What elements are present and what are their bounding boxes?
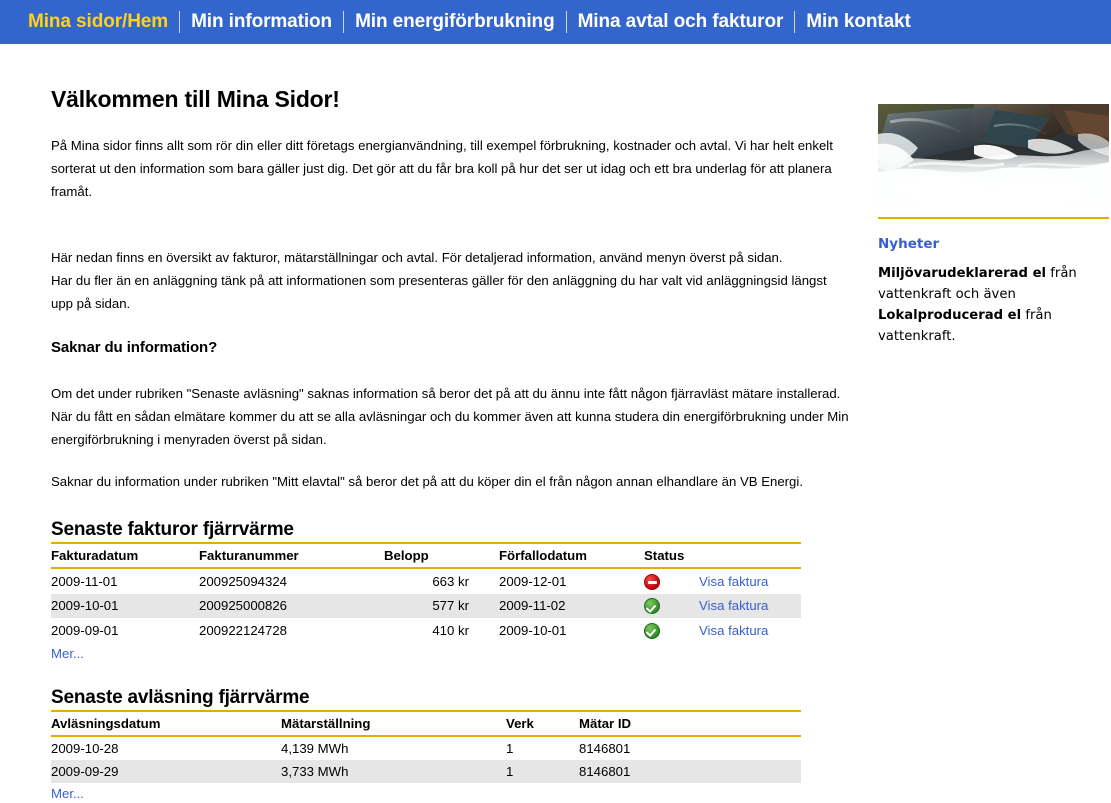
table-row: 2009-09-29 3,733 MWh 1 8146801 <box>51 759 801 783</box>
overview-line-2: Har du fler än en anläggning tänk på att… <box>51 273 827 311</box>
cell-status <box>644 568 699 594</box>
news-heading: Nyheter <box>878 236 940 252</box>
cell-matar-id: 8146801 <box>579 740 631 756</box>
col-status: Status <box>644 544 699 569</box>
nav-item-mina-sidor-hem[interactable]: Mina sidor/Hem <box>17 10 179 34</box>
cell-fakturadatum: 2009-11-01 <box>51 573 118 589</box>
status-paid-icon <box>644 598 660 615</box>
waterfall-photo <box>878 104 1109 205</box>
elavtal-paragraph: Saknar du information under rubriken "Mi… <box>51 474 803 489</box>
cell-action: Visa faktura <box>699 593 801 619</box>
invoices-header-row: Fakturadatum Fakturanummer Belopp Förfal… <box>51 544 801 569</box>
readings-table-wrapper: Avläsningsdatum Mätarställning Verk Mäta… <box>51 711 801 803</box>
readings-table: Avläsningsdatum Mätarställning Verk Mäta… <box>51 711 801 783</box>
nav-item-list: Mina sidor/Hem Min information Min energ… <box>17 10 922 34</box>
sidebar-divider <box>878 217 1109 219</box>
cell-matar-id: 8146801 <box>579 759 801 783</box>
readings-table-body: 2009-10-28 4,139 MWh 1 8146801 2009-09-2… <box>51 736 801 783</box>
status-paid-icon <box>644 622 660 639</box>
invoices-more-link[interactable]: Mer... <box>51 646 84 661</box>
news-highlight-1: Miljövarudeklarerad el <box>878 266 1047 281</box>
cell-avlasningsdatum: 2009-10-28 <box>51 740 119 756</box>
page-title: Välkommen till Mina Sidor! <box>51 86 340 112</box>
intro-paragraph-block: På Mina sidor finns allt som rör din ell… <box>51 134 851 203</box>
readings-heading: Senaste avläsning fjärrvärme <box>51 686 310 708</box>
table-row: 2009-10-28 4,139 MWh 1 8146801 <box>51 736 801 760</box>
invoices-table-body: 2009-11-01 200925094324 663 kr 2009-12-0… <box>51 568 801 643</box>
table-row: 2009-10-01 200925000826 577 kr 2009-11-0… <box>51 593 801 619</box>
invoices-table-wrapper: Fakturadatum Fakturanummer Belopp Förfal… <box>51 544 801 663</box>
cell-verk: 1 <box>506 759 579 783</box>
cell-fakturadatum: 2009-10-01 <box>51 593 199 619</box>
news-body: Miljövarudeklarerad el från vattenkraft … <box>878 263 1109 347</box>
cell-verk: 1 <box>506 740 514 756</box>
table-row: 2009-11-01 200925094324 663 kr 2009-12-0… <box>51 568 801 594</box>
col-matar-id: Mätar ID <box>579 711 801 737</box>
col-fakturanummer: Fakturanummer <box>199 544 384 569</box>
readings-header-row: Avläsningsdatum Mätarställning Verk Mäta… <box>51 711 801 737</box>
invoices-heading: Senaste fakturor fjärrvärme <box>51 519 294 540</box>
col-belopp: Belopp <box>384 544 499 569</box>
waterfall-photo-graphic <box>878 104 1109 205</box>
nav-item-min-energiforbrukning[interactable]: Min energiförbrukning <box>344 10 566 34</box>
table-row: 2009-09-01 200922124728 410 kr 2009-10-0… <box>51 618 801 643</box>
cell-fakturanummer: 200922124728 <box>199 622 288 638</box>
readings-more-link[interactable]: Mer... <box>51 786 84 801</box>
visa-faktura-link[interactable]: Visa faktura <box>699 623 768 638</box>
news-highlight-2: Lokalproducerad el <box>878 308 1022 323</box>
cell-matarstallning: 4,139 MWh <box>281 740 349 756</box>
nav-item-min-information[interactable]: Min information <box>180 10 343 34</box>
main-navigation-bar: Mina sidor/Hem Min information Min energ… <box>0 0 1111 44</box>
visa-faktura-link[interactable]: Visa faktura <box>699 574 768 589</box>
col-avlasningsdatum: Avläsningsdatum <box>51 711 281 737</box>
cell-belopp: 410 kr <box>432 622 469 638</box>
cell-action: Visa faktura <box>699 568 801 594</box>
cell-forfallodatum: 2009-11-02 <box>499 593 644 619</box>
invoices-table: Fakturadatum Fakturanummer Belopp Förfal… <box>51 544 801 643</box>
cell-action: Visa faktura <box>699 618 801 643</box>
cell-matarstallning: 3,733 MWh <box>281 759 506 783</box>
sidebar: Nyheter Miljövarudeklarerad el från vatt… <box>878 104 1109 347</box>
cell-status <box>644 618 699 643</box>
cell-fakturanummer: 200925000826 <box>199 593 384 619</box>
overview-block: Här nedan finns en översikt av fakturor,… <box>51 246 851 315</box>
cell-belopp: 577 kr <box>384 593 499 619</box>
readings-table-head: Avläsningsdatum Mätarställning Verk Mäta… <box>51 711 801 737</box>
cell-fakturadatum: 2009-09-01 <box>51 622 119 638</box>
col-verk: Verk <box>506 711 579 737</box>
nav-item-mina-avtal-och-fakturor[interactable]: Mina avtal och fakturor <box>567 10 795 34</box>
cell-forfallodatum: 2009-12-01 <box>499 573 567 589</box>
cell-belopp: 663 kr <box>432 573 469 589</box>
cell-avlasningsdatum: 2009-09-29 <box>51 759 281 783</box>
nav-item-min-kontakt[interactable]: Min kontakt <box>795 10 921 34</box>
cell-status <box>644 593 699 619</box>
status-unpaid-icon <box>644 573 660 590</box>
col-matarstallning: Mätarställning <box>281 711 506 737</box>
main-content: Välkommen till Mina Sidor! På Mina sidor… <box>51 86 851 803</box>
col-fakturadatum: Fakturadatum <box>51 544 199 569</box>
col-forfallodatum: Förfallodatum <box>499 544 644 569</box>
cell-forfallodatum: 2009-10-01 <box>499 622 567 638</box>
invoices-table-head: Fakturadatum Fakturanummer Belopp Förfal… <box>51 544 801 569</box>
col-action <box>699 544 801 569</box>
missing-info-paragraph: Om det under rubriken "Senaste avläsning… <box>51 386 849 447</box>
missing-info-heading: Saknar du information? <box>51 339 218 356</box>
intro-paragraph: På Mina sidor finns allt som rör din ell… <box>51 138 833 199</box>
visa-faktura-link[interactable]: Visa faktura <box>699 598 768 613</box>
overview-line-1: Här nedan finns en översikt av fakturor,… <box>51 250 783 265</box>
cell-fakturanummer: 200925094324 <box>199 573 288 589</box>
